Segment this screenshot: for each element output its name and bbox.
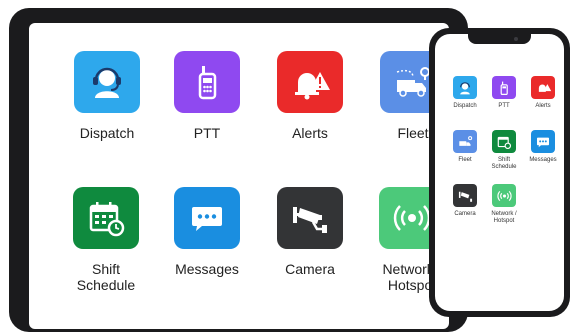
chat-bubble-icon (192, 207, 222, 231)
tablet-screen: Dispatch PTT Alerts Fleet Shift Schedule… (29, 23, 449, 329)
tablet-app-messages-tile (174, 187, 240, 249)
phone-app-dispatch[interactable]: Dispatch (445, 76, 485, 110)
tablet-app-alerts-label: Alerts (292, 125, 328, 141)
phone-app-shift-schedule-label: Shift Schedule (484, 157, 524, 171)
tablet-shift-label-line2: Schedule (76, 277, 136, 293)
phone-app-fleet[interactable]: Fleet (445, 130, 485, 164)
phone-screen: Dispatch PTT Alerts Fleet Shift Schedule… (435, 34, 564, 311)
phone-app-ptt[interactable]: PTT (484, 76, 524, 110)
phone-app-network-hotspot[interactable]: Network / Hotspot (484, 184, 524, 225)
phone-app-network-hotspot-label: Network / Hotspot (484, 211, 524, 225)
phone-app-dispatch-tile (453, 76, 477, 99)
tablet-app-ptt-label: PTT (193, 125, 221, 141)
phone-app-messages-label: Messages (529, 157, 557, 163)
phone-app-dispatch-label: Dispatch (453, 103, 477, 109)
truck-route-icon (458, 135, 472, 146)
phone-app-fleet-tile (453, 130, 477, 153)
phone-app-camera[interactable]: Camera (445, 184, 485, 218)
chat-bubble-icon (537, 137, 549, 147)
phone-shift-label-line1: Shift (497, 157, 510, 163)
phone-app-network-hotspot-tile (492, 184, 516, 207)
phone-app-messages-tile (531, 130, 555, 153)
tablet-shift-label-line1: Shift (91, 261, 120, 277)
tablet-app-camera-label: Camera (285, 261, 335, 277)
phone-app-camera-label: Camera (454, 211, 476, 217)
phone-network-label-line2: Hotspot (493, 218, 515, 224)
tablet-app-shift-schedule-label: Shift Schedule (56, 261, 156, 293)
tablet-app-dispatch[interactable]: Dispatch (57, 51, 157, 141)
phone-app-ptt-tile (492, 76, 516, 99)
phone-app-messages[interactable]: Messages (523, 130, 563, 164)
phone-app-alerts[interactable]: Alerts (523, 76, 563, 110)
security-camera-icon (458, 191, 472, 202)
tablet-app-shift-schedule[interactable]: Shift Schedule (56, 187, 156, 293)
front-camera-icon (514, 37, 518, 41)
tablet-app-ptt-tile (174, 51, 240, 113)
phone-app-camera-tile (453, 184, 477, 207)
tablet-app-messages-label: Messages (175, 261, 239, 277)
phone-network-label-line1: Network / (491, 211, 517, 217)
wireless-signal-icon (496, 190, 512, 201)
tablet-app-ptt[interactable]: PTT (157, 51, 257, 141)
phone-app-alerts-label: Alerts (535, 103, 551, 109)
tablet-app-messages[interactable]: Messages (157, 187, 257, 277)
phone-app-ptt-label: PTT (498, 103, 510, 109)
calendar-clock-icon (89, 202, 125, 237)
walkie-talkie-icon (500, 81, 508, 95)
walkie-talkie-icon (198, 66, 217, 100)
tablet-app-dispatch-label: Dispatch (79, 125, 135, 141)
phone-device: Dispatch PTT Alerts Fleet Shift Schedule… (429, 28, 570, 317)
headset-agent-icon (93, 67, 121, 98)
phone-app-alerts-tile (531, 76, 555, 99)
tablet-app-camera-tile (277, 187, 343, 249)
alarm-bell-icon (295, 72, 330, 100)
phone-app-fleet-label: Fleet (458, 157, 472, 163)
tablet-device: Dispatch PTT Alerts Fleet Shift Schedule… (9, 8, 468, 332)
security-camera-icon (293, 207, 327, 233)
phone-app-shift-schedule-tile (492, 130, 516, 153)
alarm-bell-icon (538, 83, 551, 92)
tablet-app-alerts[interactable]: Alerts (260, 51, 360, 141)
phone-app-shift-schedule[interactable]: Shift Schedule (484, 130, 524, 171)
calendar-clock-icon (497, 136, 512, 149)
tablet-app-dispatch-tile (74, 51, 140, 113)
headset-agent-icon (460, 81, 470, 94)
phone-shift-label-line2: Schedule (491, 164, 517, 170)
tablet-app-alerts-tile (277, 51, 343, 113)
tablet-app-shift-schedule-tile (73, 187, 139, 249)
tablet-app-camera[interactable]: Camera (260, 187, 360, 277)
phone-notch (468, 34, 531, 44)
wireless-signal-icon (393, 205, 431, 231)
